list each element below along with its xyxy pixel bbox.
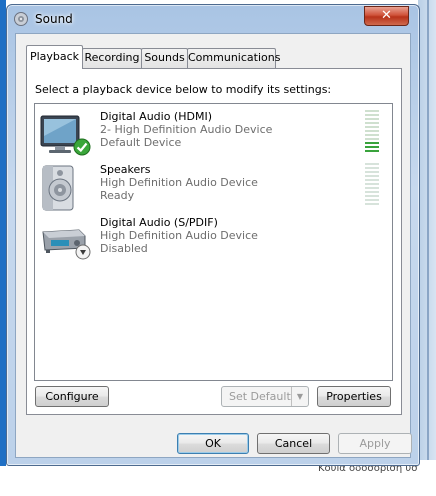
set-default-button[interactable]: Set Default ▼ bbox=[221, 386, 309, 407]
cancel-button[interactable]: Cancel bbox=[257, 433, 330, 454]
speaker-icon bbox=[42, 165, 74, 211]
window-title: Sound bbox=[35, 12, 73, 26]
tab-label: Sounds bbox=[144, 51, 185, 64]
device-name: Speakers bbox=[100, 163, 151, 176]
device-row-speakers[interactable]: Speakers High Definition Audio Device Re… bbox=[35, 161, 392, 213]
properties-button[interactable]: Properties bbox=[317, 386, 391, 407]
background-window-border bbox=[427, 0, 429, 460]
sound-app-icon bbox=[14, 12, 28, 26]
default-check-icon bbox=[73, 138, 91, 156]
tab-label: Communications bbox=[188, 51, 281, 64]
playback-panel: Select a playback device below to modify… bbox=[26, 68, 402, 415]
tab-communications[interactable]: Communications bbox=[187, 48, 280, 68]
device-name: Digital Audio (HDMI) bbox=[100, 110, 212, 123]
sound-dialog: Sound ✕ Playback Recording Sounds Commun… bbox=[6, 4, 420, 466]
set-default-label: Set Default bbox=[229, 390, 291, 403]
tab-label: Recording bbox=[84, 51, 140, 64]
instruction-text: Select a playback device below to modify… bbox=[35, 83, 332, 96]
ok-button[interactable]: OK bbox=[177, 433, 249, 454]
close-button[interactable]: ✕ bbox=[364, 6, 409, 26]
device-list[interactable]: Digital Audio (HDMI) 2- High Definition … bbox=[34, 103, 393, 381]
tab-playback[interactable]: Playback bbox=[26, 45, 83, 69]
device-description: High Definition Audio Device bbox=[100, 229, 258, 242]
device-row-spdif[interactable]: Digital Audio (S/PDIF) High Definition A… bbox=[35, 214, 392, 266]
disabled-arrow-icon bbox=[75, 244, 91, 260]
volume-meter bbox=[365, 110, 379, 154]
chevron-down-icon[interactable]: ▼ bbox=[291, 387, 308, 406]
volume-meter bbox=[365, 163, 379, 207]
device-status: Disabled bbox=[100, 242, 148, 255]
device-description: High Definition Audio Device bbox=[100, 176, 258, 189]
close-icon: ✕ bbox=[381, 8, 392, 23]
tab-sounds[interactable]: Sounds bbox=[141, 48, 188, 68]
device-status: Ready bbox=[100, 189, 135, 202]
dialog-client-area: Playback Recording Sounds Communications… bbox=[15, 33, 412, 458]
device-description: 2- High Definition Audio Device bbox=[100, 123, 273, 136]
configure-button[interactable]: Configure bbox=[35, 386, 109, 407]
title-bar[interactable]: Sound ✕ bbox=[7, 5, 419, 33]
device-status: Default Device bbox=[100, 136, 182, 149]
device-row-hdmi[interactable]: Digital Audio (HDMI) 2- High Definition … bbox=[35, 108, 392, 160]
tab-label: Playback bbox=[29, 50, 80, 63]
tab-recording[interactable]: Recording bbox=[82, 48, 142, 68]
device-name: Digital Audio (S/PDIF) bbox=[100, 216, 218, 229]
apply-button[interactable]: Apply bbox=[338, 433, 412, 454]
